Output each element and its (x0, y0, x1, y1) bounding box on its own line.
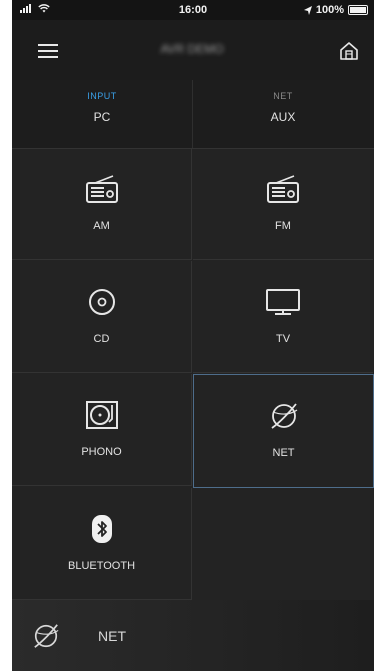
location-icon (303, 5, 312, 15)
status-bar: 16:00 100% (12, 0, 374, 20)
tab-input-pc[interactable]: INPUT PC (12, 80, 193, 148)
source-cd[interactable]: CD (12, 261, 192, 373)
disc-icon (88, 289, 115, 315)
globe-icon (270, 403, 297, 429)
tab-category: INPUT (87, 91, 117, 101)
source-label: FM (275, 220, 291, 232)
tab-category: NET (273, 91, 293, 101)
turntable-icon (85, 401, 118, 429)
source-label: PHONO (81, 446, 122, 458)
input-tabs: INPUT PC NET AUX (12, 80, 374, 149)
source-label: TV (275, 333, 291, 345)
home-icon[interactable] (338, 40, 360, 62)
tab-net-aux[interactable]: NET AUX (193, 80, 373, 148)
now-playing-bar[interactable]: NET (12, 600, 374, 671)
hamburger-menu-icon[interactable] (38, 44, 58, 58)
battery-icon (348, 5, 368, 15)
source-grid: AM FM CD TV PHONO NET BLUETOOTH (12, 148, 374, 600)
globe-icon (34, 624, 59, 648)
source-label: BLUETOOTH (67, 560, 136, 572)
tab-label: AUX (270, 110, 296, 124)
device-title: AVR DEMO (160, 42, 224, 56)
source-fm[interactable]: FM (193, 148, 373, 260)
source-tv[interactable]: TV (193, 261, 373, 373)
now-playing-label: NET (98, 628, 126, 644)
source-phono[interactable]: PHONO (12, 374, 192, 486)
radio-icon (85, 175, 118, 203)
source-net[interactable]: NET (193, 374, 374, 488)
nav-bar: AVR DEMO (12, 20, 374, 80)
source-label: CD (93, 333, 110, 345)
radio-icon (267, 175, 299, 203)
source-label: NET (272, 447, 295, 459)
status-right: 100% (303, 4, 368, 16)
battery-percent: 100% (315, 4, 344, 16)
tab-label: PC (93, 110, 111, 124)
source-label: AM (93, 220, 110, 232)
bluetooth-icon (91, 515, 112, 543)
tv-icon (266, 289, 300, 315)
source-am[interactable]: AM (12, 148, 192, 260)
app-screen: 16:00 100% AVR DEMO INPUT PC NET AUX AM … (12, 0, 374, 671)
source-bluetooth[interactable]: BLUETOOTH (12, 488, 192, 600)
